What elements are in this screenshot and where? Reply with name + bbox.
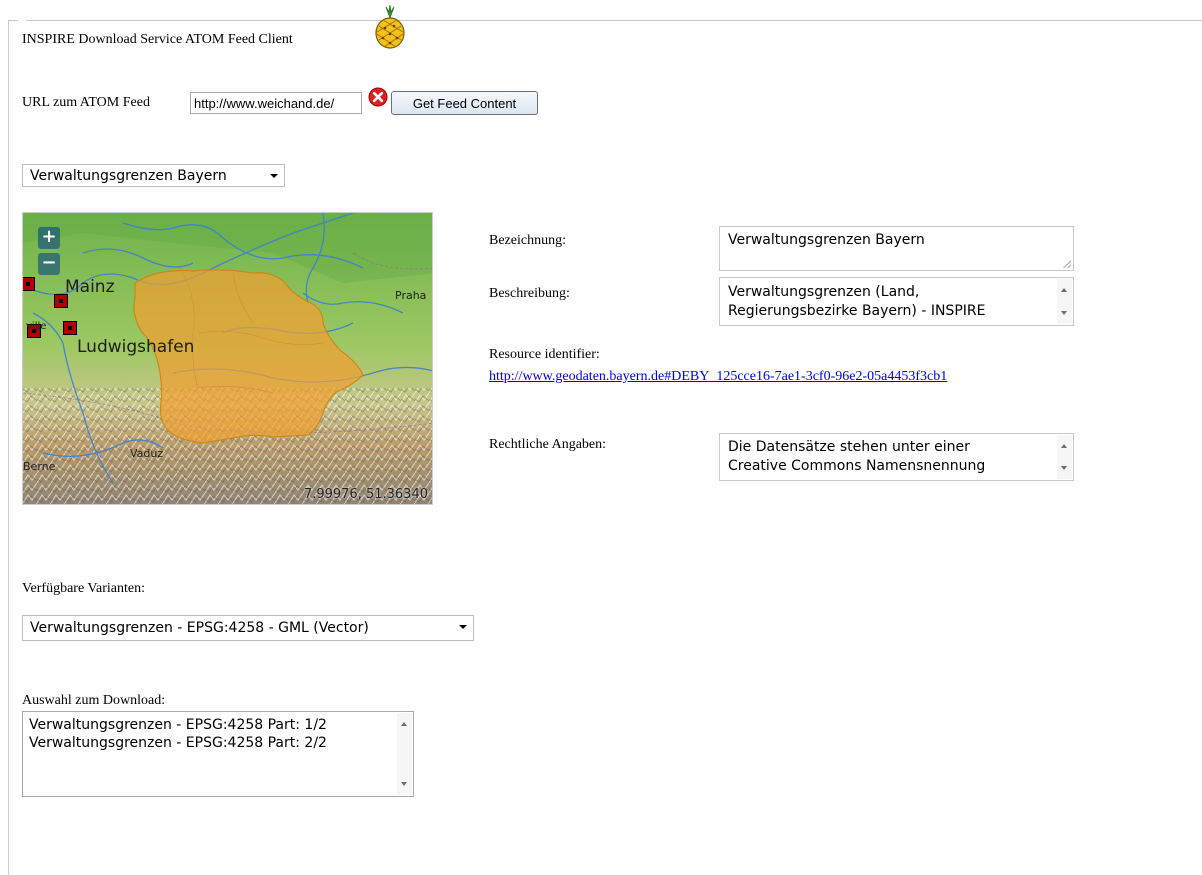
scroll-down-icon[interactable] (401, 782, 407, 786)
bezeichnung-label: Bezeichnung: (489, 233, 566, 248)
variant-select[interactable]: Verwaltungsgrenzen - EPSG:4258 - GML (Ve… (22, 615, 474, 641)
scrollbar[interactable] (397, 713, 412, 795)
resource-identifier-link[interactable]: http://www.geodaten.bayern.de#DEBY_125cc… (489, 369, 947, 385)
map-label-vaduz: Vaduz (130, 447, 164, 460)
map-terrain (23, 213, 432, 504)
beschreibung-label: Beschreibung: (489, 286, 570, 301)
rechtliche-angaben-line: Die Datensätze stehen unter einer (728, 439, 970, 455)
map-label-berne: Berne (23, 460, 56, 473)
chevron-down-icon (459, 625, 467, 629)
zoom-in-button[interactable]: + (38, 227, 60, 249)
scroll-up-icon[interactable] (1061, 288, 1067, 292)
dataset-select-value: Verwaltungsgrenzen Bayern (30, 168, 227, 184)
beschreibung-line: Verwaltungsgrenzen (Land, (728, 284, 920, 300)
scroll-up-icon[interactable] (401, 722, 407, 726)
map-label-ludwigshafen: Ludwigshafen (77, 337, 195, 357)
map-marker[interactable] (23, 277, 35, 291)
variants-label: Verfügbare Varianten: (22, 581, 145, 596)
scrollbar[interactable] (1057, 279, 1072, 324)
fieldset-legend: INSPIRE Download Service ATOM Feed Clien… (18, 4, 405, 56)
rechtliche-angaben-line: Creative Commons Namensnennung (728, 458, 986, 474)
get-feed-content-button[interactable]: Get Feed Content (391, 91, 538, 115)
bezeichnung-value: Verwaltungsgrenzen Bayern (728, 232, 925, 248)
url-label: URL zum ATOM Feed (22, 95, 150, 110)
bezeichnung-field[interactable]: Verwaltungsgrenzen Bayern (719, 226, 1074, 271)
fieldset-border-left (8, 20, 9, 875)
map-coordinates: 7.99976, 51.36340 (303, 487, 428, 502)
beschreibung-field[interactable]: Verwaltungsgrenzen (Land, Regierungsbezi… (719, 277, 1074, 326)
resource-identifier-label: Resource identifier: (489, 347, 600, 362)
scroll-down-icon[interactable] (1061, 311, 1067, 315)
zoom-out-button[interactable]: − (38, 253, 60, 275)
scroll-down-icon[interactable] (1061, 466, 1067, 470)
map-view[interactable]: + − Mainz Ludwigshafen Praha Vaduz Berne… (22, 212, 433, 505)
feed-url-input[interactable] (190, 92, 362, 114)
download-list-item[interactable]: Verwaltungsgrenzen - EPSG:4258 Part: 1/2 (29, 716, 393, 734)
scrollbar[interactable] (1057, 435, 1072, 479)
map-label-praha: Praha (395, 289, 427, 302)
scroll-up-icon[interactable] (1061, 444, 1067, 448)
resize-grip-icon[interactable] (1063, 260, 1071, 268)
rechtliche-angaben-field[interactable]: Die Datensätze stehen unter einer Creati… (719, 433, 1074, 481)
beschreibung-line: Regierungsbezirke Bayern) - INSPIRE (728, 303, 986, 319)
clear-url-icon[interactable] (368, 87, 388, 107)
dataset-select[interactable]: Verwaltungsgrenzen Bayern (22, 164, 285, 187)
download-list[interactable]: Verwaltungsgrenzen - EPSG:4258 Part: 1/2… (22, 711, 414, 797)
map-marker[interactable] (63, 321, 77, 335)
map-label-ville: ville (26, 321, 47, 332)
download-selection-label: Auswahl zum Download: (22, 693, 166, 708)
download-list-item[interactable]: Verwaltungsgrenzen - EPSG:4258 Part: 2/2 (29, 734, 393, 752)
app-title: INSPIRE Download Service ATOM Feed Clien… (22, 32, 293, 47)
map-label-mainz: Mainz (65, 277, 115, 297)
pineapple-icon (375, 4, 405, 49)
fieldset-border-top (8, 20, 1202, 21)
rechtliche-angaben-label: Rechtliche Angaben: (489, 437, 607, 452)
chevron-down-icon (270, 174, 278, 178)
variant-select-value: Verwaltungsgrenzen - EPSG:4258 - GML (Ve… (30, 620, 369, 636)
